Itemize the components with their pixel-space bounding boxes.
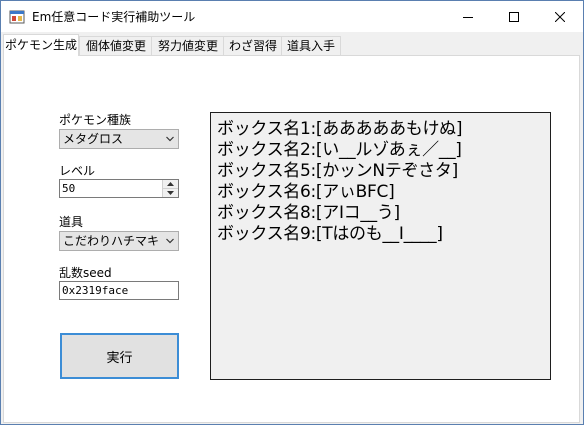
item-label: 道具 [59,215,84,229]
tab-pokemon-generate[interactable]: ポケモン生成 [3,34,79,56]
output-box: ボックス名1:[あああああもけぬ] ボックス名2:[い__ルゾあぇ／__] ボッ… [210,112,551,380]
item-value: こだわりハチマキ [63,234,160,248]
seed-input[interactable]: 0x2319face [59,281,179,300]
level-increment-button[interactable] [163,180,178,189]
tab-iv-change[interactable]: 個体値変更 [79,36,153,55]
output-line: ボックス名6:[アぃBFC] [217,182,395,202]
tab-get-item[interactable]: 道具入手 [281,36,341,55]
app-icon [9,10,25,24]
close-icon [555,11,565,22]
window-title: Em任意コード実行補助ツール [32,10,196,24]
tab-ev-change[interactable]: 努力値変更 [151,36,225,55]
level-decrement-button[interactable] [163,189,178,197]
item-select[interactable]: こだわりハチマキ [59,231,179,251]
level-stepper[interactable]: 50 [59,179,179,198]
seed-label: 乱数seed [59,266,112,280]
output-line: ボックス名1:[あああああもけぬ] [217,119,463,139]
minimize-icon [463,16,473,18]
maximize-icon [509,11,519,22]
output-line: ボックス名9:[Tはのも__I____] [217,224,443,244]
seed-value: 0x2319face [62,284,129,297]
close-button[interactable] [537,1,583,32]
minimize-button[interactable] [445,1,491,32]
maximize-button[interactable] [491,1,537,32]
output-line: ボックス名5:[かッンNテぞさタ] [217,161,458,181]
species-label: ポケモン種族 [59,113,132,127]
app-window: Em任意コード実行補助ツール ポケモン生成 個体値変更 努力値変更 わざ習得 道… [0,0,584,425]
level-spin-buttons [162,180,178,197]
execute-button[interactable]: 実行 [60,333,179,379]
chevron-down-icon [166,136,174,142]
tab-learn-move[interactable]: わざ習得 [223,36,283,55]
level-value: 50 [62,182,76,195]
species-value: メタグロス [63,132,124,146]
output-line: ボックス名2:[い__ルゾあぇ／__] [217,140,462,160]
level-label: レベル [59,164,96,178]
species-select[interactable]: メタグロス [59,129,179,149]
output-line: ボックス名8:[アIコ__う] [217,203,400,223]
caret-down-icon [167,191,174,195]
caret-up-icon [167,182,174,186]
chevron-down-icon [166,238,174,244]
title-bar[interactable]: Em任意コード実行補助ツール [1,1,583,32]
